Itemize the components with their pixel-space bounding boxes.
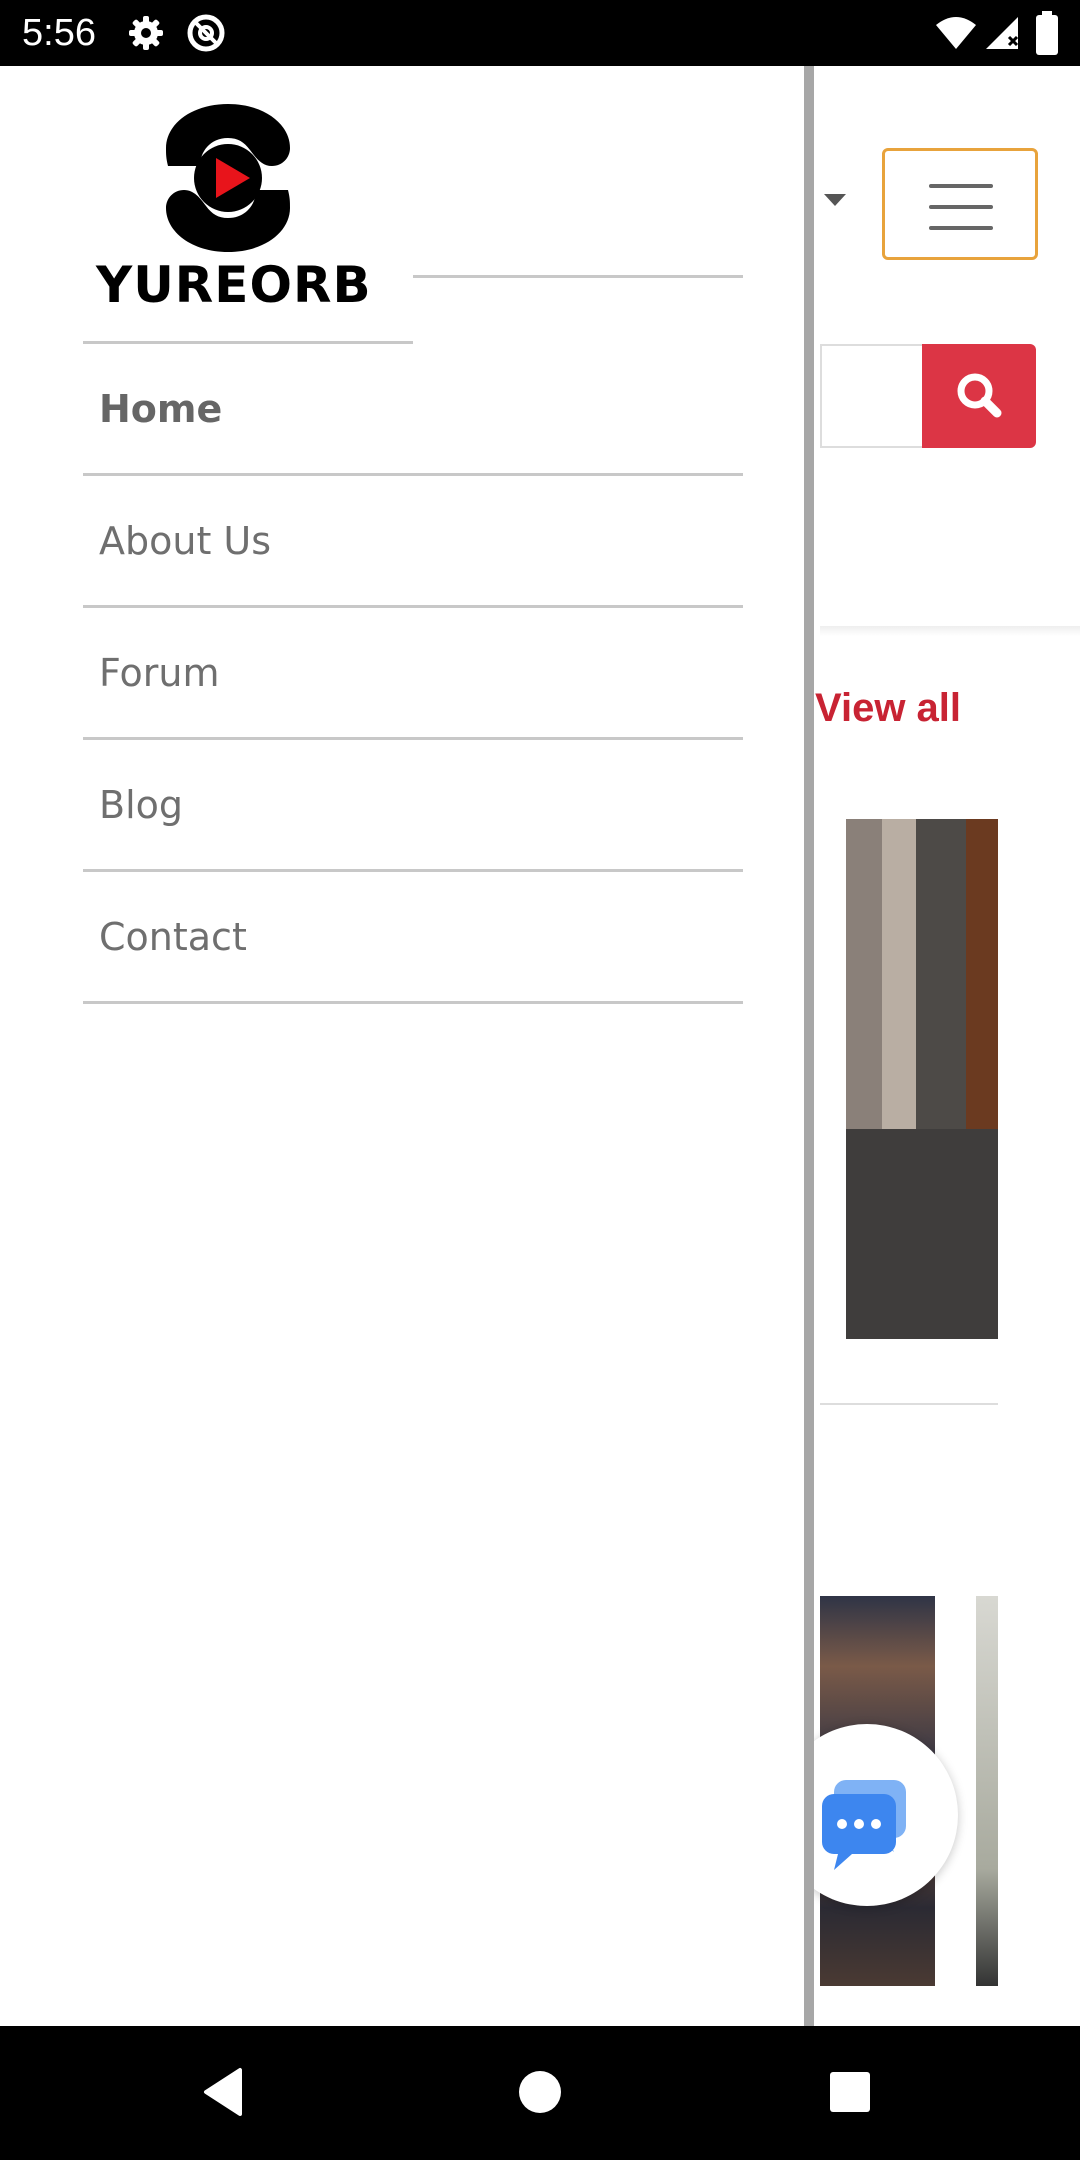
- office-photo[interactable]: [846, 819, 998, 1339]
- menu-item-forum[interactable]: Forum: [83, 608, 743, 740]
- navigation-drawer: YUREORB Home About Us Forum Blog Contact: [0, 66, 814, 2026]
- landscape-photo[interactable]: [976, 1596, 998, 1986]
- menu-item-about-us[interactable]: About Us: [83, 476, 743, 608]
- view-all-link[interactable]: View all: [815, 686, 961, 731]
- system-navigation-bar: [0, 2026, 1080, 2160]
- section-divider: [820, 1403, 998, 1405]
- gear-icon: [129, 16, 163, 50]
- dropdown-caret-icon[interactable]: [824, 194, 846, 206]
- search-input[interactable]: [820, 344, 922, 448]
- signal-icon: [986, 17, 1019, 49]
- wifi-icon: [936, 17, 976, 49]
- divider: [413, 275, 743, 278]
- search-icon: [957, 373, 1002, 418]
- menu-item-contact[interactable]: Contact: [83, 872, 743, 1004]
- header-shadow: [820, 626, 1080, 636]
- status-time: 5:56: [22, 12, 96, 54]
- drawer-menu: Home About Us Forum Blog Contact: [83, 344, 743, 1004]
- search-button[interactable]: [922, 344, 1036, 448]
- home-icon[interactable]: [508, 2060, 572, 2124]
- back-icon[interactable]: [194, 2060, 258, 2124]
- hamburger-menu-button[interactable]: [882, 148, 1038, 260]
- menu-item-blog[interactable]: Blog: [83, 740, 743, 872]
- status-bar: 5:56: [0, 0, 1080, 66]
- logo-mark-icon: [166, 104, 290, 252]
- at-sign-icon: [187, 14, 225, 52]
- brand-name: YUREORB: [96, 256, 372, 314]
- brand-logo[interactable]: YUREORB: [96, 100, 372, 320]
- battery-icon: [1036, 11, 1058, 55]
- recents-icon[interactable]: [818, 2060, 882, 2124]
- menu-item-home[interactable]: Home: [83, 344, 743, 476]
